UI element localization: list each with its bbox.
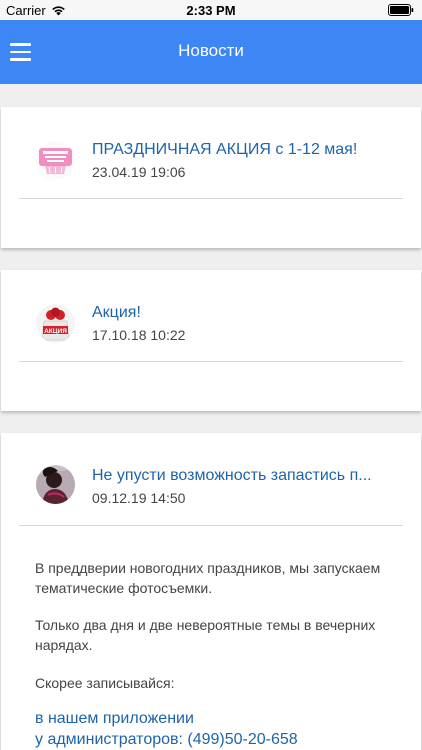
- status-time: 2:33 PM: [186, 3, 236, 18]
- news-thumbnail-sale-icon: [36, 141, 75, 180]
- news-date: 23.04.19 19:06: [92, 164, 186, 180]
- nav-bar: Новости: [0, 20, 422, 84]
- news-card[interactable]: АКЦИЯ Акция! 17.10.18 10:22: [1, 270, 421, 411]
- battery-icon: [388, 4, 414, 16]
- news-card[interactable]: Не упусти возможность запастись п... 09.…: [1, 433, 421, 750]
- news-title[interactable]: Акция!: [92, 304, 401, 322]
- news-title[interactable]: ПРАЗДНИЧНАЯ АКЦИЯ с 1-12 мая!: [92, 141, 401, 159]
- news-thumbnail-gift-bag-icon: АКЦИЯ: [36, 304, 75, 343]
- news-date: 09.12.19 14:50: [92, 490, 186, 506]
- news-card[interactable]: ПРАЗДНИЧНАЯ АКЦИЯ с 1-12 мая! 23.04.19 1…: [1, 107, 421, 248]
- news-body-paragraph: Скорее записывайся:: [35, 675, 175, 691]
- news-title[interactable]: Не упусти возможность запастись п...: [92, 467, 401, 485]
- card-divider: [19, 198, 403, 199]
- admin-phone-link[interactable]: у администраторов: (499)50-20-658: [35, 730, 298, 750]
- news-date: 17.10.18 10:22: [92, 327, 186, 343]
- card-divider: [19, 525, 403, 526]
- app-booking-link[interactable]: в нашем приложении: [35, 709, 194, 729]
- status-bar: Carrier 2:33 PM: [0, 0, 422, 20]
- news-body-paragraph: Только два дня и две невероятные темы в …: [35, 617, 376, 653]
- svg-text:АКЦИЯ: АКЦИЯ: [44, 328, 67, 335]
- news-body-paragraph: В преддверии новогодних праздников, мы з…: [35, 560, 381, 596]
- card-divider: [19, 361, 403, 362]
- news-thumbnail-photo-icon: [36, 465, 75, 504]
- page-title: Новости: [178, 41, 244, 60]
